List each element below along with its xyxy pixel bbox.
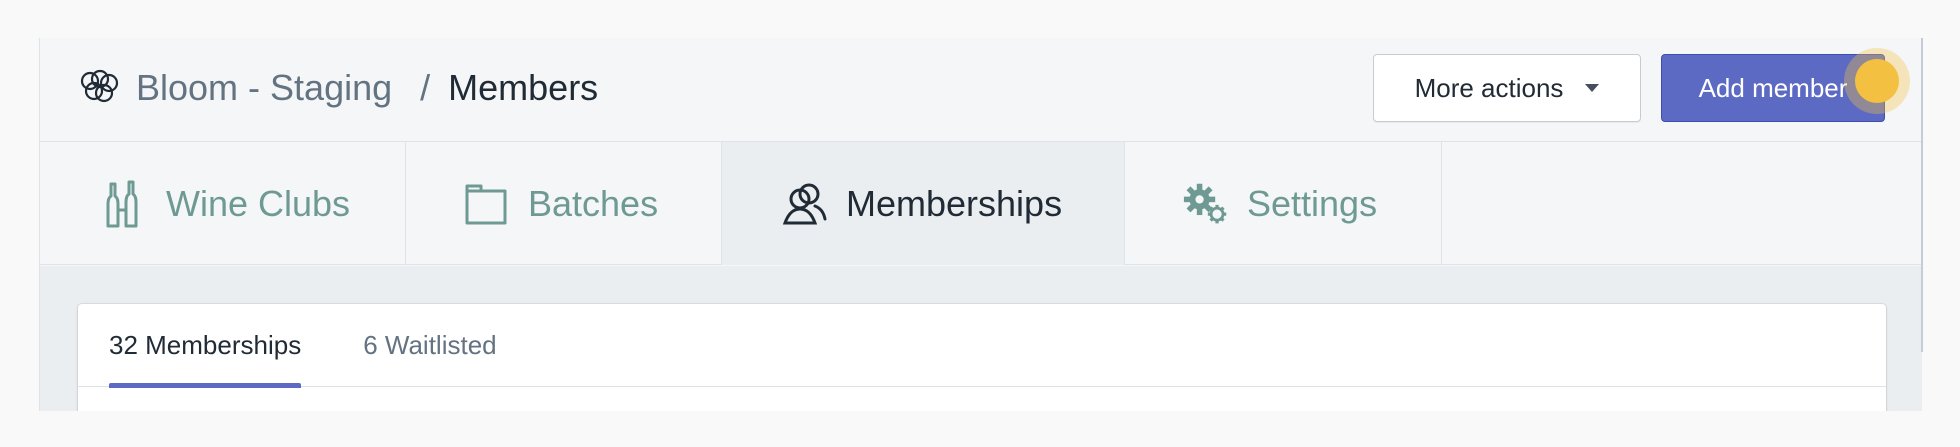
page-header: Bloom - Staging / Members More actions A… (40, 38, 1922, 142)
app-frame: Bloom - Staging / Members More actions A… (39, 38, 1922, 411)
tab-settings[interactable]: Settings (1125, 142, 1442, 265)
sub-tabs: 32 Memberships 6 Waitlisted (78, 304, 1886, 388)
tab-wine-clubs[interactable]: Wine Clubs (40, 142, 406, 265)
breadcrumb-app-link[interactable]: Bloom - Staging (136, 67, 392, 109)
wine-bottles-icon (102, 179, 148, 229)
subtab-memberships[interactable]: 32 Memberships (109, 304, 302, 388)
tab-memberships[interactable]: Memberships (722, 142, 1125, 265)
bloom-logo-icon[interactable] (78, 69, 120, 105)
users-icon (782, 179, 828, 229)
page-title: Members (448, 67, 599, 108)
subtab-waitlisted[interactable]: 6 Waitlisted (363, 304, 496, 387)
add-member-label: Add member (1698, 72, 1848, 103)
breadcrumb-separator: / (420, 67, 431, 108)
more-actions-label: More actions (1414, 72, 1564, 103)
tab-settings-label: Settings (1247, 182, 1378, 224)
gears-icon (1183, 179, 1229, 229)
nav-tabs: Wine Clubs Batches Memberships Settings (40, 142, 1922, 265)
box-icon (464, 179, 510, 229)
tab-memberships-label: Memberships (846, 182, 1063, 224)
tab-batches[interactable]: Batches (406, 142, 722, 265)
tab-wine-clubs-label: Wine Clubs (166, 182, 351, 224)
memberships-card: 32 Memberships 6 Waitlisted (78, 304, 1886, 411)
scrollbar-edge (1921, 38, 1923, 352)
main-content: 32 Memberships 6 Waitlisted (40, 266, 1922, 411)
caret-down-icon (1585, 84, 1600, 92)
tab-batches-label: Batches (528, 182, 659, 224)
cursor-indicator (1844, 48, 1910, 114)
breadcrumb: Bloom - Staging / Members (136, 67, 599, 109)
more-actions-button[interactable]: More actions (1373, 54, 1641, 122)
